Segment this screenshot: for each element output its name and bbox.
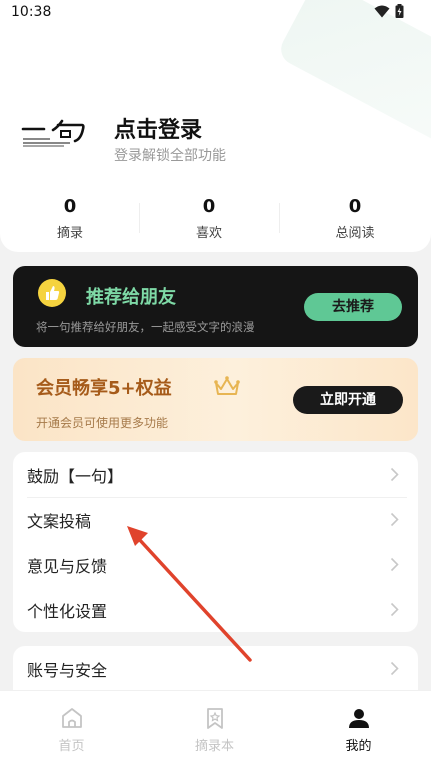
recommend-button[interactable]: 去推荐 <box>304 293 402 321</box>
nav-tab-excerpts[interactable]: 摘录本 <box>143 691 286 767</box>
recommend-card[interactable]: 推荐给朋友 将一句推荐给好朋友，一起感受文字的浪漫 去推荐 <box>13 266 418 347</box>
menu-item-label: 鼓励【一句】 <box>27 467 124 486</box>
user-icon <box>349 709 369 728</box>
stat-divider <box>279 203 280 233</box>
profile-screen: 10:38 点击登录 登录解锁全部功能 0 摘录 0 喜欢 0 总阅读 推荐给朋… <box>0 0 431 767</box>
menu-item-personalization[interactable]: 个性化设置 <box>13 587 418 632</box>
nav-tab-label: 摘录本 <box>194 739 234 754</box>
thumbs-up-icon <box>38 279 66 307</box>
nav-tab-mine[interactable]: 我的 <box>287 691 430 767</box>
vip-activate-button[interactable]: 立即开通 <box>293 386 403 414</box>
settings-menu: 鼓励【一句】 文案投稿 意见与反馈 个性化设置 <box>13 452 418 632</box>
chevron-right-icon <box>390 467 399 482</box>
login-title[interactable]: 点击登录 <box>114 112 202 144</box>
menu-item-feedback[interactable]: 意见与反馈 <box>13 542 418 587</box>
recommend-title: 推荐给朋友 <box>86 287 176 308</box>
status-bar: 10:38 <box>0 0 431 24</box>
vip-description: 开通会员可使用更多功能 <box>36 416 169 430</box>
stat-excerpts-label: 摘录 <box>56 226 83 241</box>
stat-likes-value: 0 <box>202 196 216 217</box>
nav-tab-label: 首页 <box>58 739 85 754</box>
stat-total-reads-label: 总阅读 <box>335 226 375 241</box>
recommend-description: 将一句推荐给好朋友，一起感受文字的浪漫 <box>36 320 255 334</box>
nav-tab-home[interactable]: 首页 <box>0 691 143 767</box>
home-icon <box>62 708 82 728</box>
stat-total-reads-value: 0 <box>348 196 362 217</box>
chevron-right-icon <box>390 602 399 617</box>
wifi-icon <box>374 5 390 18</box>
stat-excerpts-value: 0 <box>63 196 77 217</box>
nav-tab-label: 我的 <box>345 739 372 754</box>
battery-icon <box>395 4 404 18</box>
menu-item-encourage[interactable]: 鼓励【一句】 <box>13 452 418 497</box>
menu-item-label: 文案投稿 <box>27 512 92 531</box>
menu-item-label: 账号与安全 <box>27 661 108 680</box>
login-subtitle: 登录解锁全部功能 <box>114 148 226 164</box>
menu-item-submit-copy[interactable]: 文案投稿 <box>13 497 418 542</box>
menu-item-account-security[interactable]: 账号与安全 <box>13 646 418 691</box>
chevron-right-icon <box>390 512 399 527</box>
app-logo <box>21 119 85 147</box>
menu-item-label: 意见与反馈 <box>27 557 108 576</box>
status-time: 10:38 <box>11 4 52 20</box>
bottom-navigation: 首页 摘录本 我的 <box>0 690 431 767</box>
bookmark-icon <box>207 708 223 729</box>
stat-likes-label: 喜欢 <box>195 226 222 241</box>
menu-item-label: 个性化设置 <box>27 602 108 621</box>
stat-excerpts[interactable]: 0 摘录 <box>0 196 140 241</box>
stat-total-reads[interactable]: 0 总阅读 <box>285 196 425 241</box>
stat-likes[interactable]: 0 喜欢 <box>139 196 279 241</box>
profile-header-card: 10:38 点击登录 登录解锁全部功能 0 摘录 0 喜欢 0 总阅读 <box>0 0 431 252</box>
chevron-right-icon <box>390 557 399 572</box>
chevron-right-icon <box>390 661 399 676</box>
crown-icon <box>214 376 240 395</box>
vip-card[interactable]: 会员畅享5+权益 开通会员可使用更多功能 立即开通 <box>13 358 418 441</box>
vip-title: 会员畅享5+权益 <box>36 378 172 399</box>
